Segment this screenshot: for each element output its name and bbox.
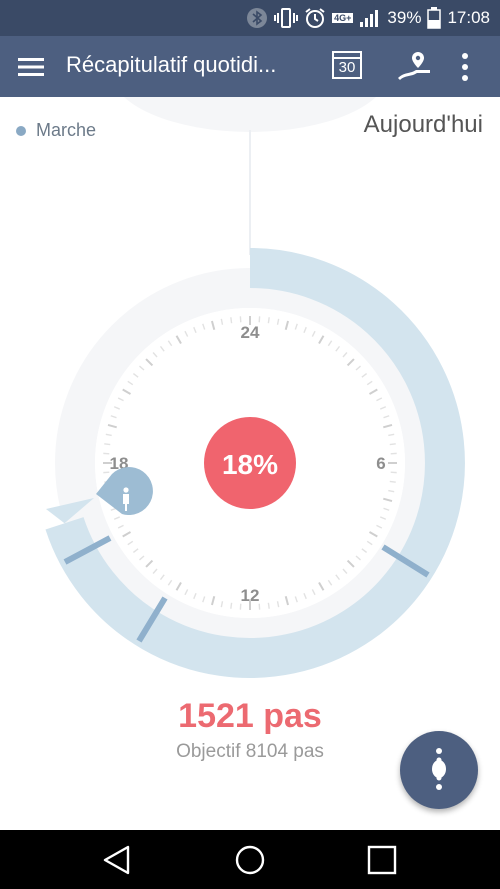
recents-icon[interactable] <box>366 844 398 876</box>
battery-percent: 39% <box>387 8 422 27</box>
dial-tick <box>267 602 270 609</box>
legend: Marche <box>16 120 96 141</box>
top-disc <box>124 97 376 132</box>
home-icon[interactable] <box>234 844 266 876</box>
back-icon[interactable] <box>101 844 133 876</box>
hour-label-24: 24 <box>241 323 260 342</box>
bluetooth-icon <box>247 8 268 28</box>
more-vert-icon[interactable] <box>460 52 470 82</box>
network-type: 4G+ <box>332 13 354 23</box>
dial-tick <box>230 317 233 324</box>
legend-label: Marche <box>36 120 97 140</box>
page-title: Récapitulatif quotidi... <box>66 52 277 77</box>
dial-tick <box>267 317 270 324</box>
calendar-day: 30 <box>338 59 356 76</box>
system-nav-bar <box>0 830 500 889</box>
calendar-button[interactable]: 30 <box>332 51 362 79</box>
battery-icon <box>427 7 442 29</box>
alarm-icon <box>305 8 325 28</box>
percent-text: 18% <box>222 449 278 480</box>
clock: 17:08 <box>447 8 490 27</box>
signal-icon <box>360 10 379 27</box>
walker-menu-icon <box>432 748 446 790</box>
hour-label-6: 6 <box>376 454 385 473</box>
hour-label-12: 12 <box>241 586 260 605</box>
dial-tick <box>104 443 111 446</box>
route-icon[interactable] <box>396 50 432 82</box>
dial-tick <box>389 443 396 446</box>
period-selector[interactable]: Aujourd'hui <box>364 111 483 139</box>
dial-tick <box>230 602 233 609</box>
dial-tick <box>389 480 396 483</box>
status-bar: 4G+ 39% 17:08 <box>0 0 500 36</box>
menu-icon[interactable] <box>18 56 44 78</box>
legend-dot <box>16 125 26 136</box>
app-bar: Récapitulatif quotidi... 30 <box>0 36 500 97</box>
activity-dial: 24 6 12 18 18% <box>45 97 465 678</box>
activity-fab[interactable] <box>400 731 478 809</box>
vibrate-icon <box>274 8 299 28</box>
